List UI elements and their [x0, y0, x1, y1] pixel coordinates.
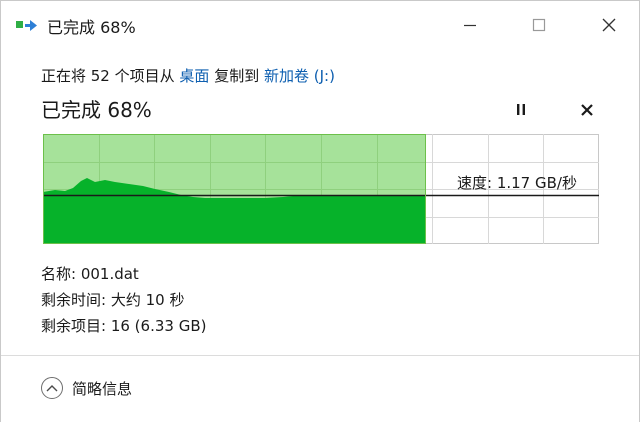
pause-icon[interactable] — [509, 98, 533, 122]
fewer-details-label: 简略信息 — [72, 379, 133, 398]
title-bar: 已完成 68% — [1, 1, 639, 47]
progress-heading: 已完成 68% — [41, 98, 152, 122]
transfer-middle: 复制到 — [214, 67, 260, 85]
chevron-up-icon — [41, 377, 63, 399]
transfer-description: 正在将 52 个项目从 桌面 复制到 新加卷 (J:) — [41, 65, 335, 86]
copy-progress-dialog: 已完成 68% 正在将 52 个项目从 桌面 复制到 新加卷 (J:) 已完成 … — [0, 0, 640, 422]
destination-link[interactable]: 新加卷 (J:) — [264, 67, 335, 85]
maximize-icon[interactable] — [516, 7, 562, 43]
file-name: 名称: 001.dat — [41, 265, 139, 283]
fewer-details-button[interactable]: 简略信息 — [41, 375, 132, 401]
window-title: 已完成 68% — [47, 18, 136, 37]
minimize-icon[interactable] — [447, 7, 493, 43]
speed-label: 速度: 1.17 GB/秒 — [457, 174, 577, 192]
time-remaining: 剩余时间: 大约 10 秒 — [41, 291, 185, 309]
items-remaining: 剩余项目: 16 (6.33 GB) — [41, 317, 207, 335]
close-icon[interactable] — [586, 7, 632, 43]
copy-transfer-icon — [16, 20, 37, 31]
cancel-icon[interactable] — [575, 98, 599, 122]
source-link[interactable]: 桌面 — [179, 67, 209, 85]
transfer-prefix: 正在将 52 个项目从 — [41, 67, 175, 85]
